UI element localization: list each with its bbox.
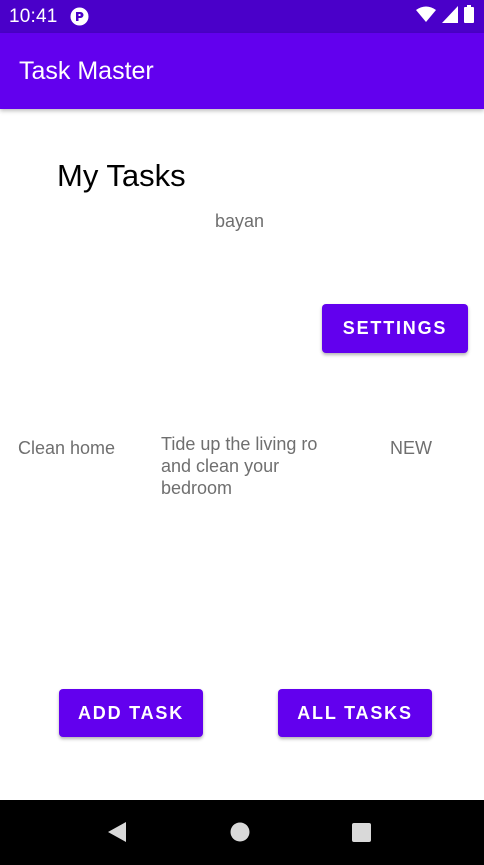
task-title: Clean home	[18, 438, 116, 458]
status-bar: 10:41	[0, 0, 484, 33]
task-state: NEW	[390, 438, 432, 458]
app-title: Task Master	[19, 57, 154, 85]
signal-icon	[442, 5, 458, 28]
page-title: My Tasks	[57, 158, 186, 193]
home-icon[interactable]	[230, 822, 250, 847]
settings-button[interactable]: SETTINGS	[322, 304, 468, 353]
battery-icon	[464, 5, 474, 28]
recents-icon[interactable]	[352, 823, 371, 847]
all-tasks-button[interactable]: ALL TASKS	[278, 689, 432, 737]
status-icons	[416, 5, 474, 28]
back-icon[interactable]	[107, 821, 127, 848]
app-bar: Task Master	[0, 33, 484, 109]
status-time: 10:41	[9, 6, 58, 27]
add-task-button[interactable]: ADD TASK	[59, 689, 203, 737]
wifi-icon	[416, 6, 436, 28]
app-notification-icon	[70, 7, 89, 26]
task-body: Tide up the living ro and clean your bed…	[161, 434, 318, 498]
username-label: bayan	[215, 211, 265, 231]
